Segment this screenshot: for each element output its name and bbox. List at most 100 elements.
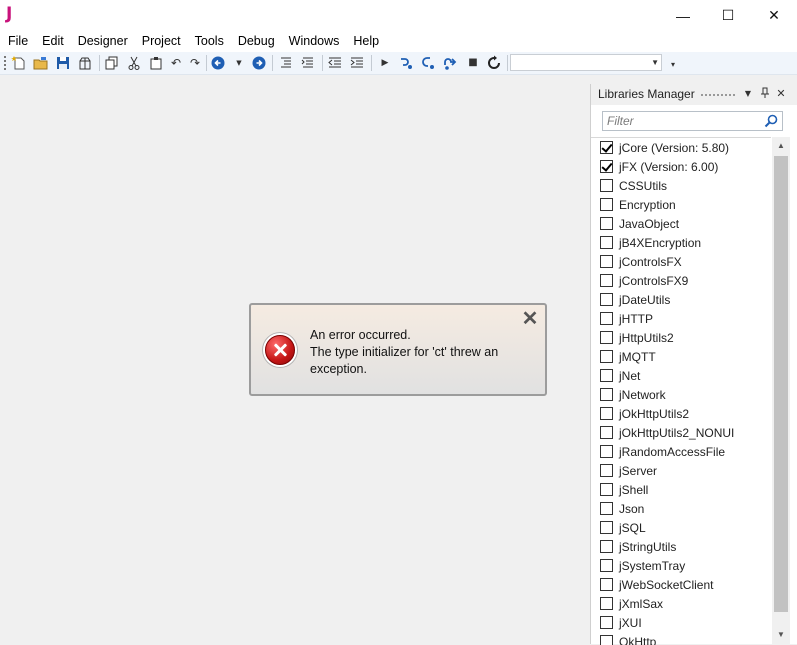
navigate-back-button[interactable] xyxy=(210,55,226,71)
library-item[interactable]: jFX (Version: 6.00) xyxy=(591,157,771,176)
library-item[interactable]: CSSUtils xyxy=(591,176,771,195)
menu-windows[interactable]: Windows xyxy=(282,31,347,52)
close-dialog-button[interactable]: ✕ xyxy=(521,310,539,328)
library-checkbox[interactable] xyxy=(600,198,613,211)
library-checkbox[interactable] xyxy=(600,141,613,154)
cut-button[interactable] xyxy=(126,55,142,71)
library-checkbox[interactable] xyxy=(600,521,613,534)
navigate-forward-button[interactable] xyxy=(251,55,267,71)
library-checkbox[interactable] xyxy=(600,426,613,439)
library-checkbox[interactable] xyxy=(600,369,613,382)
library-item[interactable]: jNetwork xyxy=(591,385,771,404)
close-window-button[interactable]: ✕ xyxy=(751,0,797,31)
library-item[interactable]: jWebSocketClient xyxy=(591,575,771,594)
copy-button[interactable] xyxy=(104,55,120,71)
toolbar-overflow-button[interactable]: ▾ xyxy=(671,60,675,69)
maximize-button[interactable]: ☐ xyxy=(705,0,751,31)
library-item[interactable]: jHTTP xyxy=(591,309,771,328)
library-checkbox[interactable] xyxy=(600,217,613,230)
library-checkbox[interactable] xyxy=(600,160,613,173)
library-checkbox[interactable] xyxy=(600,274,613,287)
library-item[interactable]: jStringUtils xyxy=(591,537,771,556)
restart-button[interactable] xyxy=(486,55,502,71)
library-checkbox[interactable] xyxy=(600,597,613,610)
panel-close-button[interactable]: ✕ xyxy=(774,87,788,101)
outdent-button[interactable] xyxy=(327,55,343,71)
library-item[interactable]: jDateUtils xyxy=(591,290,771,309)
menu-project[interactable]: Project xyxy=(135,31,188,52)
library-checkbox[interactable] xyxy=(600,236,613,249)
filter-input[interactable] xyxy=(603,112,753,130)
library-item[interactable]: jXUI xyxy=(591,613,771,632)
navigate-back-dropdown[interactable]: ▼ xyxy=(231,55,247,71)
library-item[interactable]: Encryption xyxy=(591,195,771,214)
scroll-up-arrow-icon[interactable]: ▲ xyxy=(772,137,790,155)
library-checkbox[interactable] xyxy=(600,540,613,553)
run-button[interactable]: ▶ xyxy=(377,55,393,71)
library-item[interactable]: jHttpUtils2 xyxy=(591,328,771,347)
library-item[interactable]: jShell xyxy=(591,480,771,499)
menu-designer[interactable]: Designer xyxy=(71,31,135,52)
toolbar-grip[interactable] xyxy=(4,56,8,70)
export-button[interactable] xyxy=(77,55,93,71)
library-checkbox[interactable] xyxy=(600,388,613,401)
step-out-button[interactable] xyxy=(442,55,458,71)
undo-button[interactable]: ↶ xyxy=(168,55,184,71)
library-checkbox[interactable] xyxy=(600,559,613,572)
redo-button[interactable]: ↷ xyxy=(187,55,203,71)
library-item[interactable]: JavaObject xyxy=(591,214,771,233)
libraries-scrollbar[interactable]: ▲ ▼ xyxy=(772,137,790,644)
library-item[interactable]: jServer xyxy=(591,461,771,480)
library-item[interactable]: jControlsFX xyxy=(591,252,771,271)
library-checkbox[interactable] xyxy=(600,616,613,629)
panel-drag-grip[interactable] xyxy=(701,94,735,99)
library-checkbox[interactable] xyxy=(600,350,613,363)
library-item[interactable]: jNet xyxy=(591,366,771,385)
library-item[interactable]: jControlsFX9 xyxy=(591,271,771,290)
library-item[interactable]: jSQL xyxy=(591,518,771,537)
library-item[interactable]: jOkHttpUtils2_NONUI xyxy=(591,423,771,442)
paste-button[interactable] xyxy=(148,55,164,71)
library-checkbox[interactable] xyxy=(600,312,613,325)
menu-edit[interactable]: Edit xyxy=(35,31,71,52)
scroll-thumb[interactable] xyxy=(774,156,788,612)
panel-pin-button[interactable] xyxy=(758,87,772,101)
stop-button[interactable]: ■ xyxy=(465,55,481,71)
search-icon[interactable] xyxy=(764,114,778,128)
panel-options-button[interactable]: ▼ xyxy=(741,87,755,101)
library-checkbox[interactable] xyxy=(600,293,613,306)
library-checkbox[interactable] xyxy=(600,445,613,458)
step-in-button[interactable] xyxy=(398,55,414,71)
comment-block-button[interactable] xyxy=(278,55,294,71)
library-checkbox[interactable] xyxy=(600,464,613,477)
indent-button[interactable] xyxy=(349,55,365,71)
build-configuration-select[interactable]: ▼ xyxy=(510,54,662,71)
library-checkbox[interactable] xyxy=(600,331,613,344)
library-item[interactable]: jSystemTray xyxy=(591,556,771,575)
library-checkbox[interactable] xyxy=(600,578,613,591)
library-checkbox[interactable] xyxy=(600,407,613,420)
scroll-down-arrow-icon[interactable]: ▼ xyxy=(772,626,790,644)
library-checkbox[interactable] xyxy=(600,179,613,192)
menu-tools[interactable]: Tools xyxy=(188,31,231,52)
library-item[interactable]: jRandomAccessFile xyxy=(591,442,771,461)
library-checkbox[interactable] xyxy=(600,502,613,515)
open-project-button[interactable] xyxy=(33,55,49,71)
uncomment-block-button[interactable] xyxy=(300,55,316,71)
save-button[interactable] xyxy=(55,55,71,71)
menu-file[interactable]: File xyxy=(0,31,35,52)
library-item[interactable]: OkHttp xyxy=(591,632,771,645)
library-item[interactable]: jOkHttpUtils2 xyxy=(591,404,771,423)
menu-help[interactable]: Help xyxy=(346,31,386,52)
library-item[interactable]: jCore (Version: 5.80) xyxy=(591,138,771,157)
step-over-button[interactable] xyxy=(420,55,436,71)
minimize-button[interactable]: — xyxy=(660,0,706,31)
library-item[interactable]: jMQTT xyxy=(591,347,771,366)
library-checkbox[interactable] xyxy=(600,483,613,496)
library-item[interactable]: jXmlSax xyxy=(591,594,771,613)
library-item[interactable]: jB4XEncryption xyxy=(591,233,771,252)
new-project-button[interactable] xyxy=(11,55,27,71)
library-item[interactable]: Json xyxy=(591,499,771,518)
library-checkbox[interactable] xyxy=(600,255,613,268)
menu-debug[interactable]: Debug xyxy=(231,31,282,52)
